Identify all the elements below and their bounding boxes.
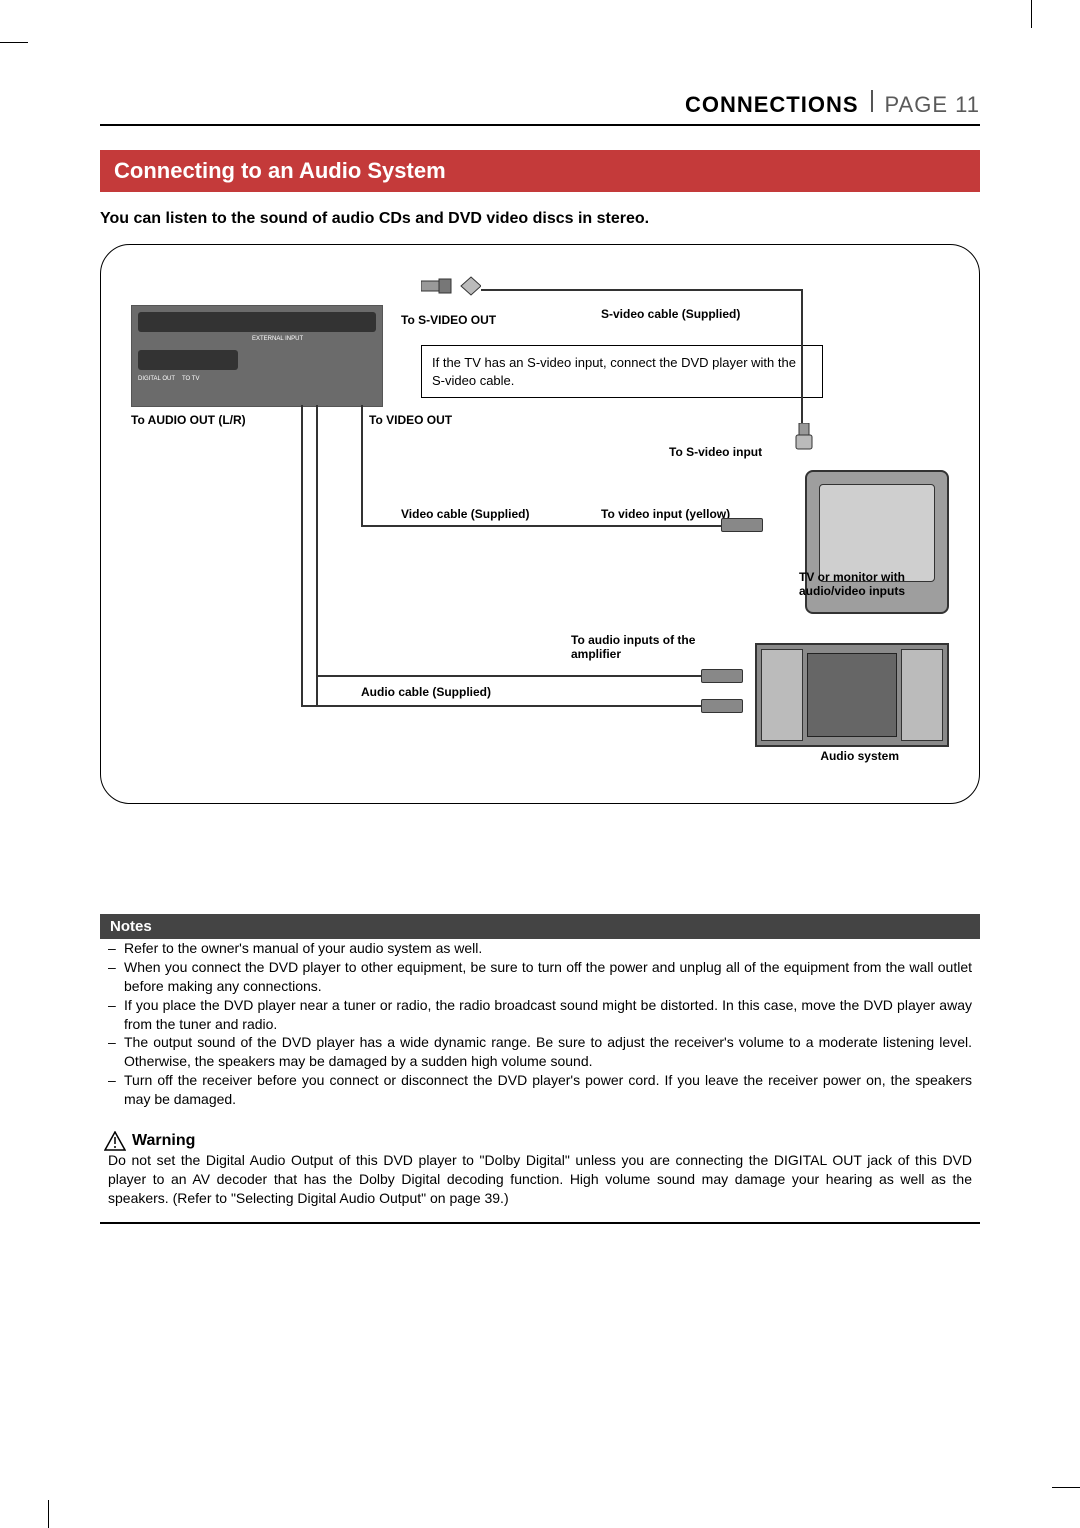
note-item: –Refer to the owner's manual of your aud… <box>108 939 972 958</box>
section-title: Connecting to an Audio System <box>100 150 980 192</box>
note-text: When you connect the DVD player to other… <box>124 958 972 996</box>
note-item: –Turn off the receiver before you connec… <box>108 1071 972 1109</box>
speaker-icon <box>761 649 803 741</box>
label-to-svideo-input: To S-video input <box>669 445 762 459</box>
connection-diagram: EXTERNAL INPUT DIGITAL OUT TO TV To S-VI… <box>100 244 980 804</box>
notes-heading-row: Notes <box>100 914 980 939</box>
manual-page: CONNECTIONS PAGE 11 Connecting to an Aud… <box>0 0 1080 1528</box>
notes-heading: Notes <box>100 914 170 939</box>
label-audio-cable: Audio cable (Supplied) <box>361 685 491 699</box>
warning-heading-row: Warning <box>100 1131 980 1151</box>
bullet-dash-icon: – <box>108 1033 124 1071</box>
warning-triangle-icon <box>104 1131 126 1151</box>
label-to-video-input: To video input (yellow) <box>601 507 730 521</box>
panel-label: TO TV <box>182 376 199 382</box>
video-cable-line <box>361 405 363 525</box>
crop-mark <box>1052 1487 1080 1488</box>
note-text: Turn off the receiver before you connect… <box>124 1071 972 1109</box>
warning-body: Do not set the Digital Audio Output of t… <box>100 1151 980 1208</box>
s-video-plug-icon <box>421 275 481 297</box>
svideo-note-box: If the TV has an S-video input, connect … <box>421 345 823 398</box>
note-text: If you place the DVD player near a tuner… <box>124 996 972 1034</box>
rca-plug-icon <box>701 669 743 683</box>
amplifier-icon <box>807 653 897 737</box>
tv-screen-icon <box>819 484 935 582</box>
bullet-dash-icon: – <box>108 1071 124 1109</box>
page-number: 11 <box>955 92 980 117</box>
dvd-rear-panel-illustration: EXTERNAL INPUT DIGITAL OUT TO TV <box>131 305 383 407</box>
bullet-dash-icon: – <box>108 996 124 1034</box>
label-to-video-out: To VIDEO OUT <box>369 413 452 427</box>
notes-body: –Refer to the owner's manual of your aud… <box>100 939 980 1109</box>
svideo-cable-line <box>481 289 801 291</box>
notes-heading-bar <box>170 914 980 939</box>
label-to-audio-out: To AUDIO OUT (L/R) <box>131 413 246 427</box>
panel-label: EXTERNAL INPUT <box>252 336 303 342</box>
note-text: Refer to the owner's manual of your audi… <box>124 939 482 958</box>
page-header: CONNECTIONS PAGE 11 <box>100 90 980 126</box>
rca-plug-icon <box>721 518 763 532</box>
intro-text: You can listen to the sound of audio CDs… <box>100 210 980 228</box>
label-video-cable: Video cable (Supplied) <box>401 507 529 521</box>
crop-mark <box>48 1500 49 1528</box>
note-text: The output sound of the DVD player has a… <box>124 1033 972 1071</box>
audio-cable-line <box>301 405 303 705</box>
bullet-dash-icon: – <box>108 939 124 958</box>
crop-mark <box>0 42 28 43</box>
audio-cable-line <box>301 705 701 707</box>
video-cable-line <box>361 525 721 527</box>
page-label: PAGE 11 <box>885 92 980 118</box>
bullet-dash-icon: – <box>108 958 124 996</box>
crop-mark <box>1031 0 1032 28</box>
label-to-svideo-out: To S-VIDEO OUT <box>401 313 496 327</box>
audio-system-illustration <box>755 643 949 747</box>
speaker-icon <box>901 649 943 741</box>
audio-cable-line <box>316 405 318 705</box>
section-label: CONNECTIONS <box>685 92 859 118</box>
header-divider <box>871 90 873 112</box>
audio-cable-line <box>316 675 701 677</box>
panel-label: DIGITAL OUT <box>138 376 175 382</box>
vent-slots-icon <box>138 312 376 332</box>
footer-rule <box>100 1222 980 1224</box>
label-to-audio-inputs: To audio inputs of the amplifier <box>571 633 711 661</box>
rca-plug-icon <box>701 699 743 713</box>
s-video-plug-icon <box>791 423 817 453</box>
label-audio-system: Audio system <box>820 749 899 763</box>
note-item: –If you place the DVD player near a tune… <box>108 996 972 1034</box>
page-word: PAGE <box>885 92 949 117</box>
vent-slots-icon <box>138 350 238 370</box>
label-svideo-cable: S-video cable (Supplied) <box>601 307 740 321</box>
warning-label: Warning <box>132 1132 195 1150</box>
note-item: –When you connect the DVD player to othe… <box>108 958 972 996</box>
note-item: –The output sound of the DVD player has … <box>108 1033 972 1071</box>
label-tv: TV or monitor with audio/video inputs <box>799 570 949 598</box>
